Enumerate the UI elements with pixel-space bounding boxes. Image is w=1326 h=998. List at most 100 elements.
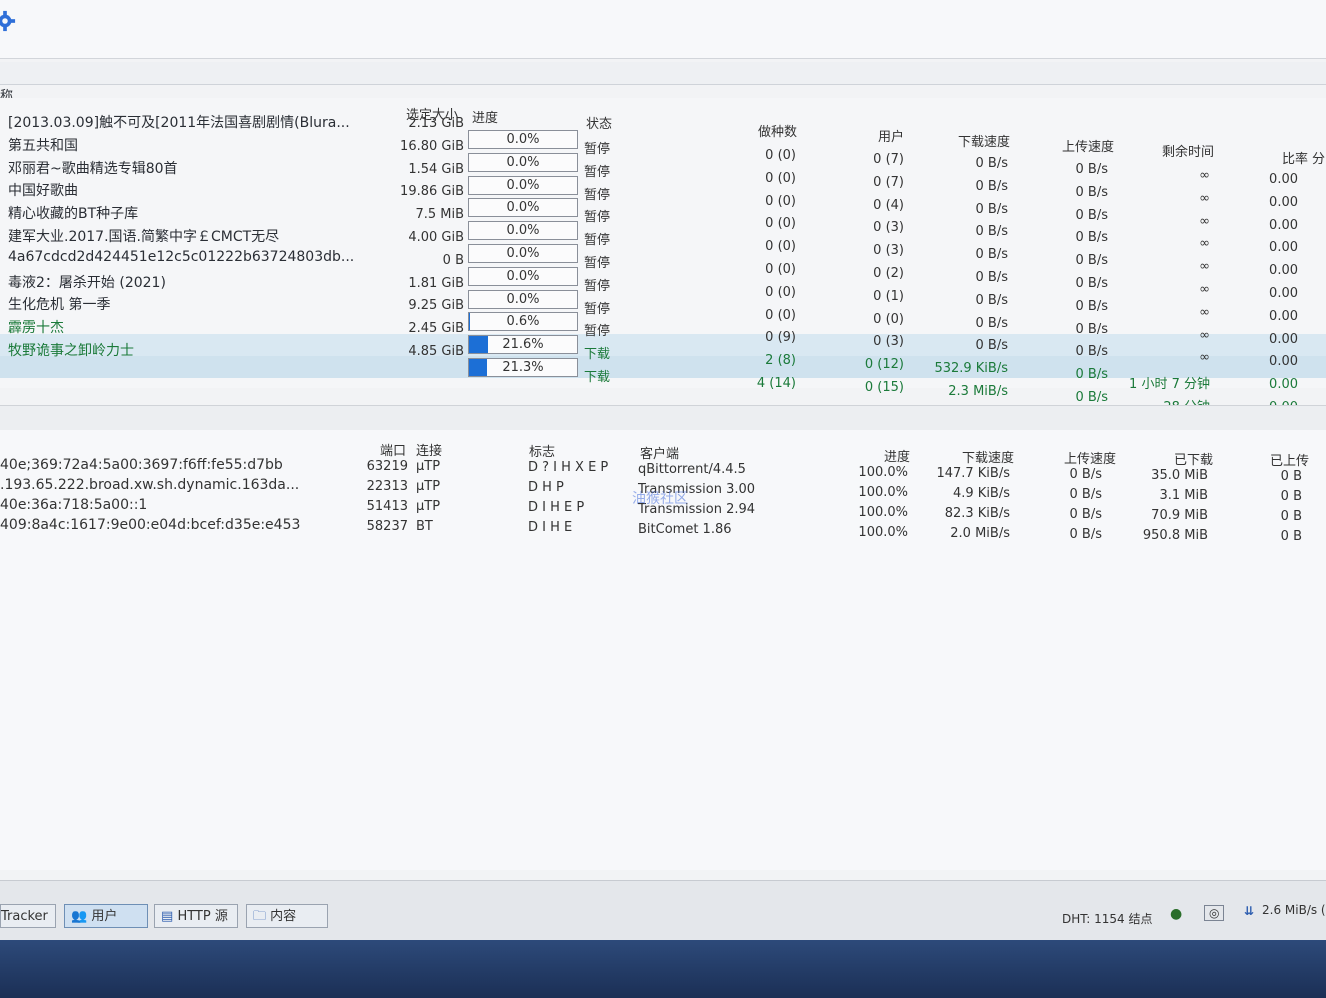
torrent-size: 9.25 GiB <box>408 298 464 314</box>
peer-flags: D ? I H X E P <box>528 460 609 475</box>
torrent-name[interactable]: 生化危机 第一季 <box>8 294 368 314</box>
torrent-up-speed: 0 B/s <box>1075 162 1108 177</box>
progress-bar: 21.6% <box>468 335 578 355</box>
progress-bar: 0.0% <box>468 221 578 241</box>
speed-limit-icon[interactable]: ◎ <box>1204 905 1225 921</box>
torrent-eta: ∞ <box>1199 282 1210 297</box>
torrent-name[interactable]: 霹雳十杰 <box>8 317 368 337</box>
torrent-eta: ∞ <box>1199 327 1210 343</box>
progress-text: 0.0% <box>506 154 540 170</box>
torrent-peers: 0 (7) <box>873 152 904 167</box>
torrent-name[interactable]: 邓丽君~歌曲精选专辑80首 <box>8 158 368 178</box>
tab-tracker-label: Tracker <box>1 909 48 924</box>
torrent-name[interactable]: 4a67cdcd2d424451e12c5c01222b63724803db..… <box>8 249 368 265</box>
header-eta[interactable]: 剩余时间 <box>1162 141 1214 160</box>
torrent-peers: 0 (3) <box>873 243 904 259</box>
torrent-down-speed: 2.3 MiB/s <box>948 384 1008 399</box>
peer-progress: 100.0% <box>858 505 908 520</box>
torrent-status: 暂停 <box>584 187 611 203</box>
torrent-peers: 0 (1) <box>873 288 904 304</box>
torrent-name[interactable]: 牧野诡事之卸岭力士 <box>8 340 368 360</box>
progress-text: 0.0% <box>506 200 540 216</box>
torrent-name[interactable]: 中国好歌曲 <box>8 180 368 200</box>
torrent-seeds: 0 (0) <box>765 239 796 255</box>
gear-icon[interactable] <box>0 10 16 32</box>
peer-connection: μTP <box>416 479 441 494</box>
peer-ip: 40e:36a:718:5a00::1 <box>0 497 148 513</box>
peer-progress: 100.0% <box>858 465 908 480</box>
header-extra[interactable]: 分 <box>1312 148 1325 167</box>
download-speed-status: 2.6 MiB/s (1 <box>1262 903 1326 917</box>
torrent-peers: 0 (7) <box>873 174 904 190</box>
header-down-speed[interactable]: 下载速度 <box>958 131 1010 150</box>
torrent-ratio: 0.00 <box>1269 331 1298 347</box>
torrent-up-speed: 0 B/s <box>1075 230 1108 246</box>
peer-header-down-speed[interactable]: 下载速度 <box>962 447 1014 466</box>
tab-content-label: 内容 <box>270 909 297 924</box>
tab-http-sources[interactable]: ▤ HTTP 源 <box>154 904 238 928</box>
torrent-ratio: 0.00 <box>1269 263 1298 279</box>
header-peers[interactable]: 用户 <box>878 126 904 145</box>
progress-text: 0.0% <box>506 246 540 261</box>
torrent-up-speed: 0 B/s <box>1075 184 1108 200</box>
peer-header-progress[interactable]: 进度 <box>884 446 910 465</box>
peer-down-speed: 82.3 KiB/s <box>944 506 1010 521</box>
peer-up-speed: 0 B/s <box>1069 487 1102 502</box>
torrent-name[interactable]: [2013.03.09]触不可及[2011年法国喜剧剧情(Blura... <box>8 112 368 132</box>
tab-content[interactable]: 🗀 内容 <box>246 904 328 928</box>
torrent-status: 暂停 <box>584 164 611 180</box>
torrent-name[interactable]: 建军大业.2017.国语.简繁中字￡CMCT无尽 <box>8 226 368 246</box>
progress-bar: 0.0% <box>468 289 578 309</box>
peer-ip: 409:8a4c:1617:9e00:e04d:bcef:d35e:e453 <box>0 517 301 533</box>
torrent-eta: ∞ <box>1199 259 1210 275</box>
peer-header-flags[interactable]: 标志 <box>529 441 555 460</box>
torrent-name[interactable]: 毒液2：屠杀开始 (2021) <box>8 272 368 292</box>
progress-bar: 0.0% <box>468 198 578 218</box>
peer-header-conn[interactable]: 连接 <box>416 440 442 459</box>
header-progress[interactable]: 进度 <box>472 107 498 126</box>
tab-peers[interactable]: 👥 用户 <box>64 904 148 928</box>
torrent-down-speed: 0 B/s <box>975 315 1008 331</box>
torrent-seeds: 4 (14) <box>756 376 796 391</box>
torrent-name[interactable]: 精心收藏的BT种子库 <box>8 203 368 223</box>
torrent-eta: ∞ <box>1199 213 1210 229</box>
tab-http-label: HTTP 源 <box>177 909 228 924</box>
tab-tracker[interactable]: Tracker <box>0 904 56 928</box>
torrent-status: 暂停 <box>584 256 611 271</box>
torrent-ratio: 0.00 <box>1269 286 1298 301</box>
torrent-status: 下载 <box>584 347 611 363</box>
header-status[interactable]: 状态 <box>586 113 612 132</box>
torrent-up-speed: 0 B/s <box>1075 344 1108 360</box>
peer-header-downloaded[interactable]: 已下载 <box>1174 449 1213 468</box>
peer-client: BitComet 1.86 <box>638 522 732 537</box>
screen-bezel <box>0 940 1326 998</box>
torrent-eta: ∞ <box>1199 304 1210 320</box>
torrent-size: 2.45 GiB <box>408 321 464 337</box>
torrent-seeds: 2 (8) <box>765 353 796 369</box>
torrent-ratio: 0.00 <box>1269 240 1298 256</box>
progress-bar: 0.0% <box>468 152 578 172</box>
torrent-down-speed: 532.9 KiB/s <box>934 361 1008 377</box>
torrent-up-speed: 0 B/s <box>1075 276 1108 291</box>
peer-header-port[interactable]: 端口 <box>380 440 406 459</box>
peer-progress: 100.0% <box>858 525 908 540</box>
peer-header-uploaded[interactable]: 已上传 <box>1270 450 1309 469</box>
torrent-size: 1.54 GiB <box>408 161 464 177</box>
header-seeds[interactable]: 做种数 <box>758 121 797 140</box>
peer-ip: 40e;369:72a4:5a00:3697:f6ff:fe55:d7bb <box>0 457 283 473</box>
peer-header-client[interactable]: 客户端 <box>640 443 679 462</box>
watermark: 油猴社区 <box>632 491 688 507</box>
database-icon: ▤ <box>161 909 174 924</box>
torrent-size: 4.00 GiB <box>408 230 464 245</box>
torrent-up-speed: 0 B/s <box>1075 298 1108 314</box>
progress-text: 0.0% <box>506 177 540 193</box>
torrent-eta: ∞ <box>1199 350 1210 366</box>
torrent-peers: 0 (12) <box>864 357 904 373</box>
torrent-up-speed: 0 B/s <box>1075 207 1108 223</box>
header-ratio[interactable]: 比率 <box>1282 148 1308 167</box>
peer-connection: μTP <box>416 499 441 514</box>
torrent-name[interactable]: 第五共和国 <box>8 135 368 155</box>
header-up-speed[interactable]: 上传速度 <box>1062 136 1114 155</box>
panel-splitter[interactable] <box>0 405 1326 431</box>
peer-header-up-speed[interactable]: 上传速度 <box>1064 448 1116 467</box>
